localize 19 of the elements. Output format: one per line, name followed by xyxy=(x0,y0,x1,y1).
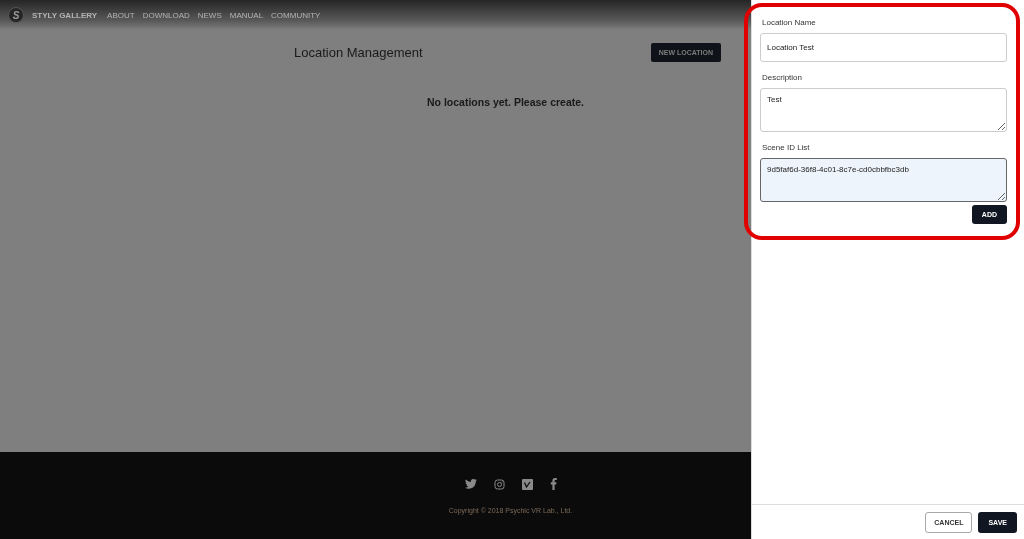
bird-icon[interactable] xyxy=(464,479,477,489)
nav-link[interactable]: MANUAL xyxy=(229,10,264,20)
camera-icon[interactable] xyxy=(493,478,505,490)
v-square-icon[interactable] xyxy=(521,478,533,490)
field-label: Description xyxy=(762,73,803,82)
text-area[interactable]: 9d5faf6d-36f8-4c01-8c7e-cd0cbbfbc3db xyxy=(760,158,1007,202)
nav-link[interactable]: ABOUT xyxy=(107,10,135,20)
nav-link[interactable]: DOWNLOAD xyxy=(142,10,190,20)
empty-message: No locations yet. Please create. xyxy=(426,96,585,108)
logo-icon[interactable]: S xyxy=(8,7,24,23)
field-label: Location Name xyxy=(762,18,817,27)
nav-link[interactable]: COMMUNITY xyxy=(271,10,321,20)
input-field[interactable]: Location Test xyxy=(760,33,1007,62)
f-icon[interactable] xyxy=(549,478,557,490)
page-title: Location Management xyxy=(294,45,423,60)
brand-name[interactable]: STYLY GALLERY xyxy=(32,10,98,20)
nav-link[interactable]: NEWS xyxy=(197,10,222,20)
text-area[interactable]: Test xyxy=(760,88,1007,132)
field-label: Scene ID List xyxy=(762,143,811,152)
